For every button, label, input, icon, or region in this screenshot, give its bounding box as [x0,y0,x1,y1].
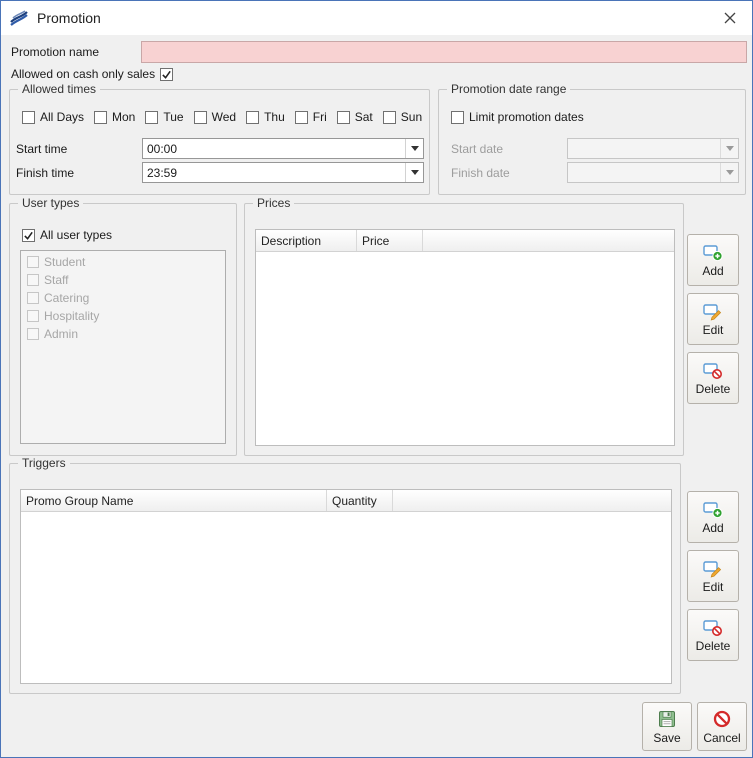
finish-date-label: Finish date [451,166,510,180]
triggers-group: Triggers Promo Group Name Quantity [9,456,681,694]
dropdown-arrow-icon[interactable] [405,139,423,158]
window-title: Promotion [37,10,101,26]
prices-title: Prices [253,196,295,210]
edit-icon [703,304,722,321]
triggers-delete-button[interactable]: Delete [687,609,739,661]
delete-icon [703,363,722,379]
date-range-title: Promotion date range [447,82,571,96]
day-checkbox-sat[interactable]: Sat [336,110,373,124]
prices-table-body[interactable] [256,252,674,445]
all-user-types-checkbox[interactable] [22,228,35,242]
user-type-item-catering: Catering [21,289,225,307]
start-date-label: Start date [451,142,504,156]
all-user-types-label: All user types [40,228,113,242]
check-icon [162,70,171,79]
close-button[interactable] [712,1,748,34]
cash-only-checkbox[interactable] [160,67,174,81]
triggers-add-button[interactable]: Add [687,491,739,543]
day-checkbox-thu[interactable]: Thu [246,110,285,124]
day-checkbox-tue[interactable]: Tue [145,110,184,124]
dropdown-arrow-icon [720,163,738,182]
user-types-title: User types [18,196,84,210]
day-checkbox-mon[interactable]: Mon [94,110,135,124]
user-type-item-admin: Admin [21,325,225,343]
start-date-combobox [567,138,739,159]
day-checkbox-sun[interactable]: Sun [382,110,422,124]
triggers-title: Triggers [18,456,70,470]
app-icon [9,8,29,28]
finish-time-label: Finish time [16,166,75,180]
promotion-name-input[interactable] [141,41,747,63]
date-range-group: Promotion date range Limit promotion dat… [438,82,746,195]
prices-table-header: Description Price [256,230,674,252]
triggers-edit-button[interactable]: Edit [687,550,739,602]
add-icon [703,245,723,262]
start-time-combobox[interactable]: 00:00 [142,138,424,159]
close-icon [724,12,736,23]
save-button[interactable]: Save [642,702,692,751]
prices-edit-button[interactable]: Edit [687,293,739,345]
title-bar: Promotion [1,1,752,35]
cash-only-row[interactable]: Allowed on cash only sales [11,67,174,81]
cancel-button[interactable]: Cancel [697,702,747,751]
column-header-promo-group-name[interactable]: Promo Group Name [21,490,327,511]
prices-group: Prices Description Price [244,196,684,456]
column-header-filler [423,230,674,251]
save-icon [659,710,675,727]
edit-icon [703,561,722,578]
allowed-times-title: Allowed times [18,82,101,96]
limit-dates-checkbox[interactable] [451,110,464,124]
column-header-price[interactable]: Price [357,230,423,251]
user-type-item-student: Student [21,253,225,271]
user-type-item-staff: Staff [21,271,225,289]
day-checkbox-wed[interactable]: Wed [193,110,236,124]
limit-dates-label: Limit promotion dates [469,110,584,124]
cancel-icon [713,710,731,727]
limit-dates-checkbox-row[interactable]: Limit promotion dates [451,110,584,124]
day-checkbox-fri[interactable]: Fri [294,110,327,124]
allowed-times-group: Allowed times All Days Mon Tue Wed Thu F… [9,82,430,195]
user-types-group: User types All user types Student Staff … [9,196,237,456]
all-user-types-row[interactable]: All user types [22,228,112,242]
promotion-dialog: Promotion Promotion name Allowed on cash… [0,0,753,758]
prices-add-button[interactable]: Add [687,234,739,286]
cash-only-label: Allowed on cash only sales [11,67,156,81]
day-checkbox-all-days[interactable]: All Days [22,110,84,124]
finish-time-combobox[interactable]: 23:59 [142,162,424,183]
column-header-filler [393,490,671,511]
triggers-table-body[interactable] [21,512,671,683]
add-icon [703,502,723,519]
column-header-quantity[interactable]: Quantity [327,490,393,511]
user-types-listbox: Student Staff Catering Hospitality Admin [20,250,226,444]
column-header-description[interactable]: Description [256,230,357,251]
user-type-item-hospitality: Hospitality [21,307,225,325]
start-time-label: Start time [16,142,68,156]
promotion-name-label: Promotion name [11,45,100,59]
finish-date-combobox [567,162,739,183]
prices-table[interactable]: Description Price [255,229,675,446]
triggers-table-header: Promo Group Name Quantity [21,490,671,512]
check-icon [24,231,33,240]
triggers-table[interactable]: Promo Group Name Quantity [20,489,672,684]
dropdown-arrow-icon[interactable] [405,163,423,182]
dropdown-arrow-icon [720,139,738,158]
delete-icon [703,620,722,636]
prices-delete-button[interactable]: Delete [687,352,739,404]
